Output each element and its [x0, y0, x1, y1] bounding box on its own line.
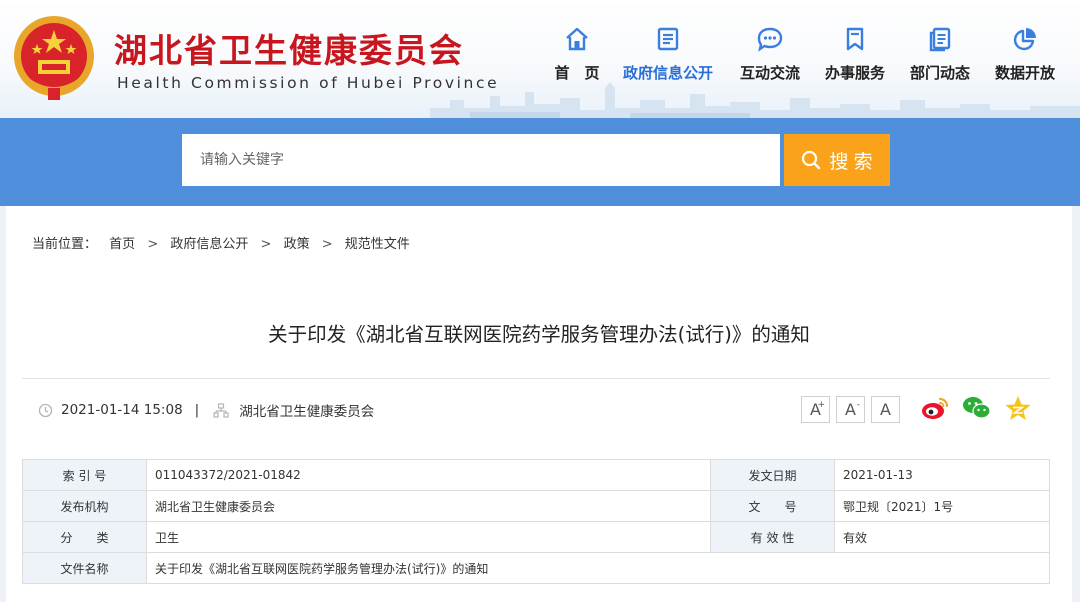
- nav-item-home[interactable]: 首 页: [532, 26, 622, 96]
- label-document-name: 文件名称: [22, 552, 147, 584]
- value-issuing-agency: 湖北省卫生健康委员会: [146, 490, 711, 522]
- publish-datetime: 2021-01-14 15:08: [61, 402, 183, 418]
- label-issuing-agency: 发布机构: [22, 490, 147, 522]
- pie-chart-icon: [1013, 28, 1036, 51]
- bookmark-icon: [846, 27, 864, 51]
- organization-icon: [213, 402, 229, 418]
- search-input[interactable]: [182, 134, 780, 186]
- divider: [22, 378, 1050, 379]
- chat-icon: [757, 27, 783, 52]
- site-header: 湖北省卫生健康委员会 Health Commission of Hubei Pr…: [0, 0, 1080, 118]
- search-band: 搜 索: [0, 118, 1080, 206]
- label-document-number: 文 号: [710, 490, 835, 522]
- nav-label: 办事服务: [824, 64, 885, 82]
- label-category: 分 类: [22, 521, 147, 553]
- table-row: 发布机构 湖北省卫生健康委员会 文 号 鄂卫规〔2021〕1号: [22, 490, 1050, 522]
- label-validity: 有 效 性: [710, 521, 835, 553]
- nav-label: 互动交流: [739, 64, 800, 82]
- value-document-number: 鄂卫规〔2021〕1号: [834, 490, 1050, 522]
- news-icon: [929, 27, 951, 52]
- font-decrease-button[interactable]: A-: [836, 396, 865, 423]
- nav-item-interaction[interactable]: 互动交流: [725, 26, 815, 96]
- nav-label: 首 页: [554, 64, 600, 82]
- search-button-label: 搜 索: [829, 151, 873, 173]
- breadcrumb: 当前位置： 首页 > 政府信息公开 > 政策 > 规范性文件: [32, 233, 410, 252]
- font-increase-button[interactable]: A +: [801, 396, 830, 423]
- label-issue-date: 发文日期: [710, 459, 835, 491]
- search-icon: [802, 150, 821, 170]
- document-info-table: 索 引 号 011043372/2021-01842 发文日期 2021-01-…: [22, 459, 1050, 584]
- article-title: 关于印发《湖北省互联网医院药学服务管理办法(试行)》的通知: [268, 323, 810, 346]
- nav-label: 部门动态: [909, 64, 970, 82]
- nav-item-open-data[interactable]: 数据开放: [980, 26, 1070, 96]
- breadcrumb-separator: >: [260, 237, 272, 252]
- nav-item-services[interactable]: 办事服务: [810, 26, 900, 96]
- clock-icon: [38, 403, 53, 417]
- breadcrumb-item-home[interactable]: 首页: [109, 237, 135, 252]
- table-row: 分 类 卫生 有 效 性 有效: [22, 521, 1050, 553]
- nav-label: 数据开放: [994, 64, 1055, 82]
- wechat-icon[interactable]: [962, 395, 992, 425]
- national-emblem: [12, 14, 96, 102]
- publisher: 湖北省卫生健康委员会: [239, 404, 375, 420]
- nav-item-dept-news[interactable]: 部门动态: [895, 26, 985, 96]
- table-row: 索 引 号 011043372/2021-01842 发文日期 2021-01-…: [22, 459, 1050, 491]
- font-reset-button[interactable]: A: [871, 396, 900, 423]
- nav-label: 政府信息公开: [623, 64, 714, 82]
- value-document-name: 关于印发《湖北省互联网医院药学服务管理办法(试行)》的通知: [146, 552, 1050, 584]
- qzone-icon[interactable]: [1004, 395, 1032, 425]
- search-button[interactable]: 搜 索: [784, 134, 890, 186]
- value-issue-date: 2021-01-13: [834, 459, 1050, 491]
- home-icon: [566, 27, 588, 51]
- content-card: 当前位置： 首页 > 政府信息公开 > 政策 > 规范性文件 关于印发《湖北省互…: [6, 206, 1072, 602]
- nav-item-gov-info[interactable]: 政府信息公开: [623, 26, 713, 96]
- font-size-controls: A + A- A: [801, 396, 900, 423]
- breadcrumb-item-policy[interactable]: 政策: [284, 237, 310, 252]
- breadcrumb-separator: >: [321, 237, 333, 252]
- site-subtitle: Health Commission of Hubei Province: [117, 74, 500, 92]
- breadcrumb-prefix: 当前位置：: [32, 237, 98, 252]
- share-icons: [920, 395, 1032, 425]
- value-validity: 有效: [834, 521, 1050, 553]
- table-row: 文件名称 关于印发《湖北省互联网医院药学服务管理办法(试行)》的通知: [22, 552, 1050, 584]
- breadcrumb-item-normative-docs[interactable]: 规范性文件: [345, 237, 410, 252]
- weibo-icon[interactable]: [920, 395, 950, 425]
- value-category: 卫生: [146, 521, 711, 553]
- value-index-number: 011043372/2021-01842: [146, 459, 711, 491]
- label-index-number: 索 引 号: [22, 459, 147, 491]
- article-meta: 2021-01-14 15:08 | 湖北省卫生健康委员会: [38, 400, 374, 420]
- meta-separator: |: [194, 402, 200, 418]
- site-title: 湖北省卫生健康委员会: [114, 31, 464, 70]
- breadcrumb-separator: >: [147, 237, 159, 252]
- breadcrumb-item-gov-info[interactable]: 政府信息公开: [170, 237, 248, 252]
- document-icon: [657, 27, 679, 51]
